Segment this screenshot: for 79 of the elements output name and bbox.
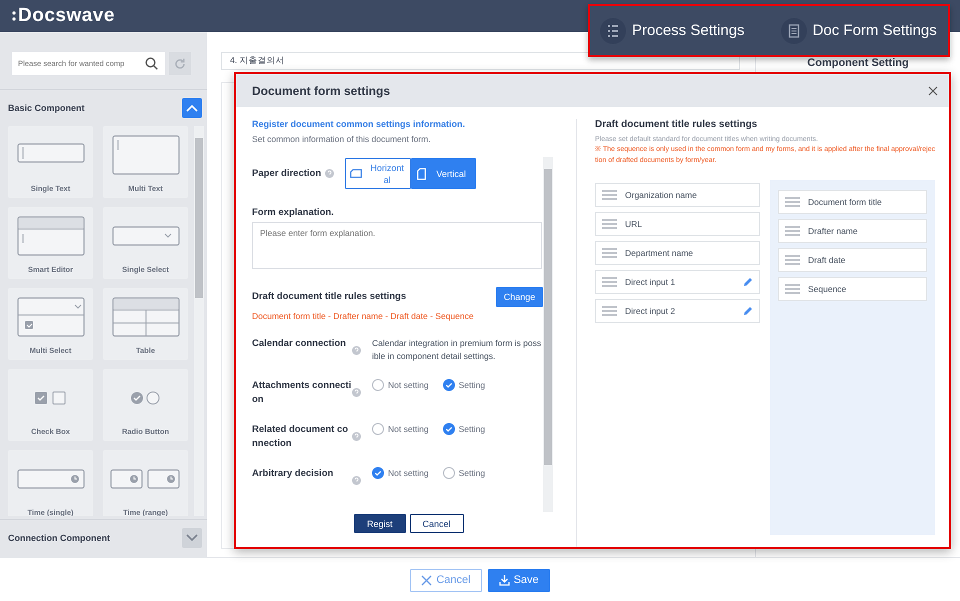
drag-handle-icon [602,248,617,258]
radio-checked[interactable] [372,467,384,479]
chevron-down-icon [186,534,198,542]
portrait-page-icon [417,168,426,180]
radio-label: Setting [458,468,486,478]
close-button[interactable] [927,84,939,96]
search-icon [145,57,158,70]
drag-handle-icon [602,190,617,200]
drag-handle-icon [785,284,800,294]
title-element-item[interactable]: URL [595,212,760,236]
landscape-page-icon [350,169,362,178]
dialog-title: Document form settings [252,84,390,98]
radio-unchecked[interactable] [372,423,384,435]
save-button[interactable]: Save [488,568,550,592]
scrollbar[interactable] [543,157,553,512]
refresh-icon [174,58,186,70]
radio-label: Setting [458,424,486,434]
list-icon [600,18,626,44]
radio-checked[interactable] [442,379,455,391]
drag-handle-icon [602,306,617,316]
title-element-item[interactable]: Draft date [778,248,927,272]
field-label: Arbitrary decision [252,467,334,481]
change-button[interactable]: Change [496,287,543,307]
info-text: Calendar integration in premium form is possible in component detail settings. [372,337,542,363]
title-element-item[interactable]: Direct input 1 [595,270,760,294]
field-label: Draft document title rules settings [252,290,406,304]
explanation-field[interactable]: Please enter form explanation. [252,222,542,269]
radio-label: Setting [458,380,486,390]
orientation-option[interactable]: Vertical [411,158,476,189]
download-icon [498,574,510,586]
nav-item[interactable]: Doc Form Settings [780,18,937,44]
title-element-item[interactable]: Drafter name [778,219,927,243]
drag-handle-icon [785,226,800,236]
title-element-item[interactable]: Sequence [778,277,927,301]
radio-checked[interactable] [442,423,455,435]
orientation-option[interactable]: Horizontal [345,158,412,189]
section-title: Connection Component [8,533,110,543]
drag-handle-icon [785,255,800,265]
nav-item[interactable]: Process Settings [600,18,745,44]
title-element-item[interactable]: Direct input 2 [595,299,760,323]
help-icon [352,388,361,397]
cancel-button[interactable]: Cancel [410,514,464,533]
pencil-icon[interactable] [743,277,753,287]
field-label: Calendar connection [252,337,347,351]
radio-label: Not setting [388,468,429,478]
drag-handle-icon [602,277,617,287]
title-element-item[interactable]: Department name [595,241,760,265]
field-label: Attachments connection [252,379,352,407]
help-icon [325,168,334,178]
radio-label: Not setting [388,424,429,434]
field-label: Form explanation. [252,207,335,218]
title-element-item[interactable]: Document form title [778,190,927,214]
scrollbar[interactable] [194,126,204,516]
section-title: Basic Component [8,103,85,113]
field-label: Paper direction [252,166,322,180]
title-element-item[interactable]: Organization name [595,183,760,207]
collapse-toggle[interactable] [182,98,202,118]
radio-unchecked[interactable] [372,379,384,391]
help-icon [352,432,361,441]
document-icon [780,18,807,44]
register-button[interactable]: Regist [354,514,406,533]
help-icon [352,346,361,355]
drag-handle-icon [602,219,617,229]
title-rule-preview: Document form title - Drafter name - Draft date - Sequence [252,311,475,321]
close-icon [421,574,432,586]
chevron-up-icon [186,104,198,112]
cancel-button[interactable]: Cancel [410,568,482,592]
panel-title: Component Setting [807,57,909,69]
pencil-icon[interactable] [743,306,753,316]
app-logo: Docswave [12,5,115,27]
collapse-toggle[interactable] [182,528,202,548]
radio-unchecked[interactable] [442,467,455,479]
section-description: Set common information of this document form. [252,134,432,144]
radio-label: Not setting [388,380,429,390]
field-label: Related document connection [252,423,350,451]
drag-handle-icon [785,197,800,207]
section-heading: Draft document title rules settings [595,119,758,130]
section-heading: Register document common settings information. [252,119,466,129]
help-icon [352,476,361,485]
